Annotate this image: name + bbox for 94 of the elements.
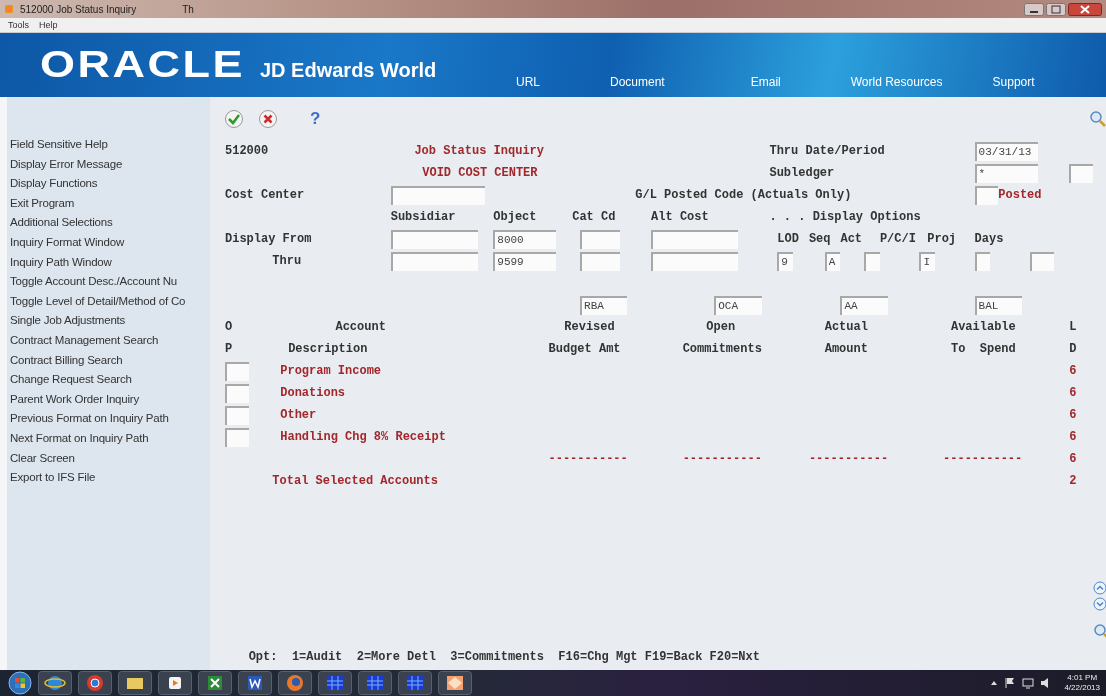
clock-time: 4:01 PM — [1067, 673, 1098, 683]
input-field[interactable]: BAL — [974, 295, 1022, 315]
input-field[interactable]: RBA — [580, 295, 628, 315]
form-title: Job Status Inquiry — [414, 144, 544, 158]
column-header: Alt Cost — [651, 210, 709, 224]
sidebar-item[interactable]: Display Error Message — [7, 154, 210, 175]
column-header: Subsidiar — [390, 210, 456, 224]
sidebar-item[interactable]: Inquiry Format Window — [7, 232, 210, 253]
level-value: 6 — [1069, 452, 1077, 466]
level-value: 6 — [1069, 408, 1077, 422]
menu-item[interactable]: Tools — [8, 20, 29, 30]
window-title: Th — [182, 3, 194, 15]
header-link[interactable]: Document — [610, 75, 665, 89]
column-header: P — [225, 342, 233, 356]
level-value: 6 — [1069, 364, 1077, 378]
header-link[interactable]: Support — [992, 75, 1035, 89]
field-label: Cost Center — [225, 188, 305, 202]
sidebar-item[interactable]: Next Format on Inquiry Path — [7, 428, 210, 449]
field-label: Thru — [272, 254, 302, 268]
level-value: 6 — [1069, 386, 1077, 400]
total-rule: ----------- — [548, 452, 628, 466]
sidebar-item[interactable]: Field Sensitive Help — [7, 135, 210, 155]
option-label: Days — [974, 232, 1004, 246]
product-name: JD Edwards World — [260, 59, 437, 82]
total-rule: ----------- — [808, 452, 889, 466]
column-header: Open — [706, 320, 736, 334]
program-id: 512000 — [225, 144, 269, 158]
column-header: Cat Cd — [572, 210, 616, 224]
sidebar-item[interactable]: Display Functions — [7, 174, 210, 194]
header-link[interactable]: Email — [750, 75, 781, 89]
column-header: Available — [950, 320, 1016, 334]
sidebar-item[interactable]: Inquiry Path Window — [7, 252, 210, 273]
menu-item[interactable]: Help — [39, 20, 58, 30]
field-label: G/L Posted Code (Actuals Only) — [635, 188, 852, 202]
input-field[interactable]: 03/31/13 — [974, 141, 1038, 161]
option-label: P/C/I — [879, 232, 916, 246]
column-header: Object — [493, 210, 537, 224]
account-description: Program Income — [280, 364, 382, 378]
sidebar-item[interactable]: Previous Format on Inquiry Path — [7, 409, 210, 429]
total-label: Total Selected Accounts — [272, 474, 438, 488]
input-field[interactable]: I — [919, 251, 936, 271]
option-label: LOD — [777, 232, 799, 246]
option-label: Proj — [927, 232, 957, 246]
input-field[interactable]: 9 — [777, 251, 794, 271]
column-header: Account — [335, 320, 386, 334]
input-field[interactable]: 9599 — [493, 251, 557, 271]
function-key-legend: Opt: 1=Audit 2=More Detl 3=Commitments F16=Chg Mgt F19=Back F20=Nxt — [248, 650, 760, 664]
section-label: . . . Display Options — [769, 210, 921, 224]
sidebar-item[interactable]: Toggle Level of Detail/Method of Co — [7, 291, 210, 312]
option-label: Seq — [808, 232, 831, 246]
input-field[interactable]: 8000 — [493, 229, 557, 249]
column-header: Budget Amt — [548, 342, 621, 356]
sidebar-item[interactable]: Exit Program — [7, 193, 210, 214]
column-header: Description — [288, 342, 368, 356]
sidebar-item[interactable]: Parent Work Order Inquiry — [7, 389, 210, 410]
field-label: Display From — [225, 232, 312, 246]
window-title: 512000 Job Status Inquiry — [20, 3, 137, 15]
column-header: Amount — [824, 342, 868, 356]
sidebar-item[interactable]: Additional Selections — [7, 213, 210, 233]
account-description: Handling Chg 8% Receipt — [280, 430, 446, 444]
clock-date: 4/22/2013 — [1064, 683, 1100, 693]
column-header: D — [1069, 342, 1077, 356]
header-link[interactable]: URL — [516, 75, 540, 89]
sidebar-item[interactable]: Contract Billing Search — [7, 350, 210, 371]
form-subtitle: VOID COST CENTER — [422, 166, 538, 180]
level-value: 6 — [1069, 430, 1077, 444]
header-link[interactable]: World Resources — [850, 75, 943, 89]
input-field[interactable]: AA — [840, 295, 888, 315]
column-header: L — [1069, 320, 1077, 334]
option-label: Act — [840, 232, 863, 246]
field-label: Subledger — [769, 166, 835, 180]
total-rule: ----------- — [682, 452, 762, 466]
sidebar-item[interactable]: Export to IFS File — [7, 468, 210, 488]
sidebar-item[interactable]: Toggle Account Desc./Account Nu — [7, 272, 210, 292]
column-header: To Spend — [950, 342, 1016, 356]
column-header: Revised — [564, 320, 615, 334]
account-description: Donations — [280, 386, 346, 400]
total-rule: ----------- — [943, 452, 1023, 466]
level-value: 2 — [1069, 474, 1077, 488]
input-field[interactable]: A — [824, 251, 841, 271]
sidebar-item[interactable]: Clear Screen — [7, 448, 210, 469]
sidebar-item[interactable]: Change Request Search — [7, 370, 210, 390]
brand-logo: ORACLE — [40, 47, 245, 83]
input-field[interactable]: OCA — [714, 295, 762, 315]
help-button[interactable]: ? — [310, 108, 321, 129]
column-header: Commitments — [682, 342, 762, 356]
account-description: Other — [280, 408, 317, 422]
input-field[interactable]: * — [974, 163, 1038, 183]
sidebar-item[interactable]: Contract Management Search — [7, 330, 210, 351]
column-header: Actual — [824, 320, 868, 334]
status-text: Posted — [998, 188, 1042, 202]
column-header: O — [225, 320, 233, 334]
sidebar-item[interactable]: Single Job Adjustments — [7, 311, 210, 331]
field-label: Thru Date/Period — [769, 144, 885, 158]
